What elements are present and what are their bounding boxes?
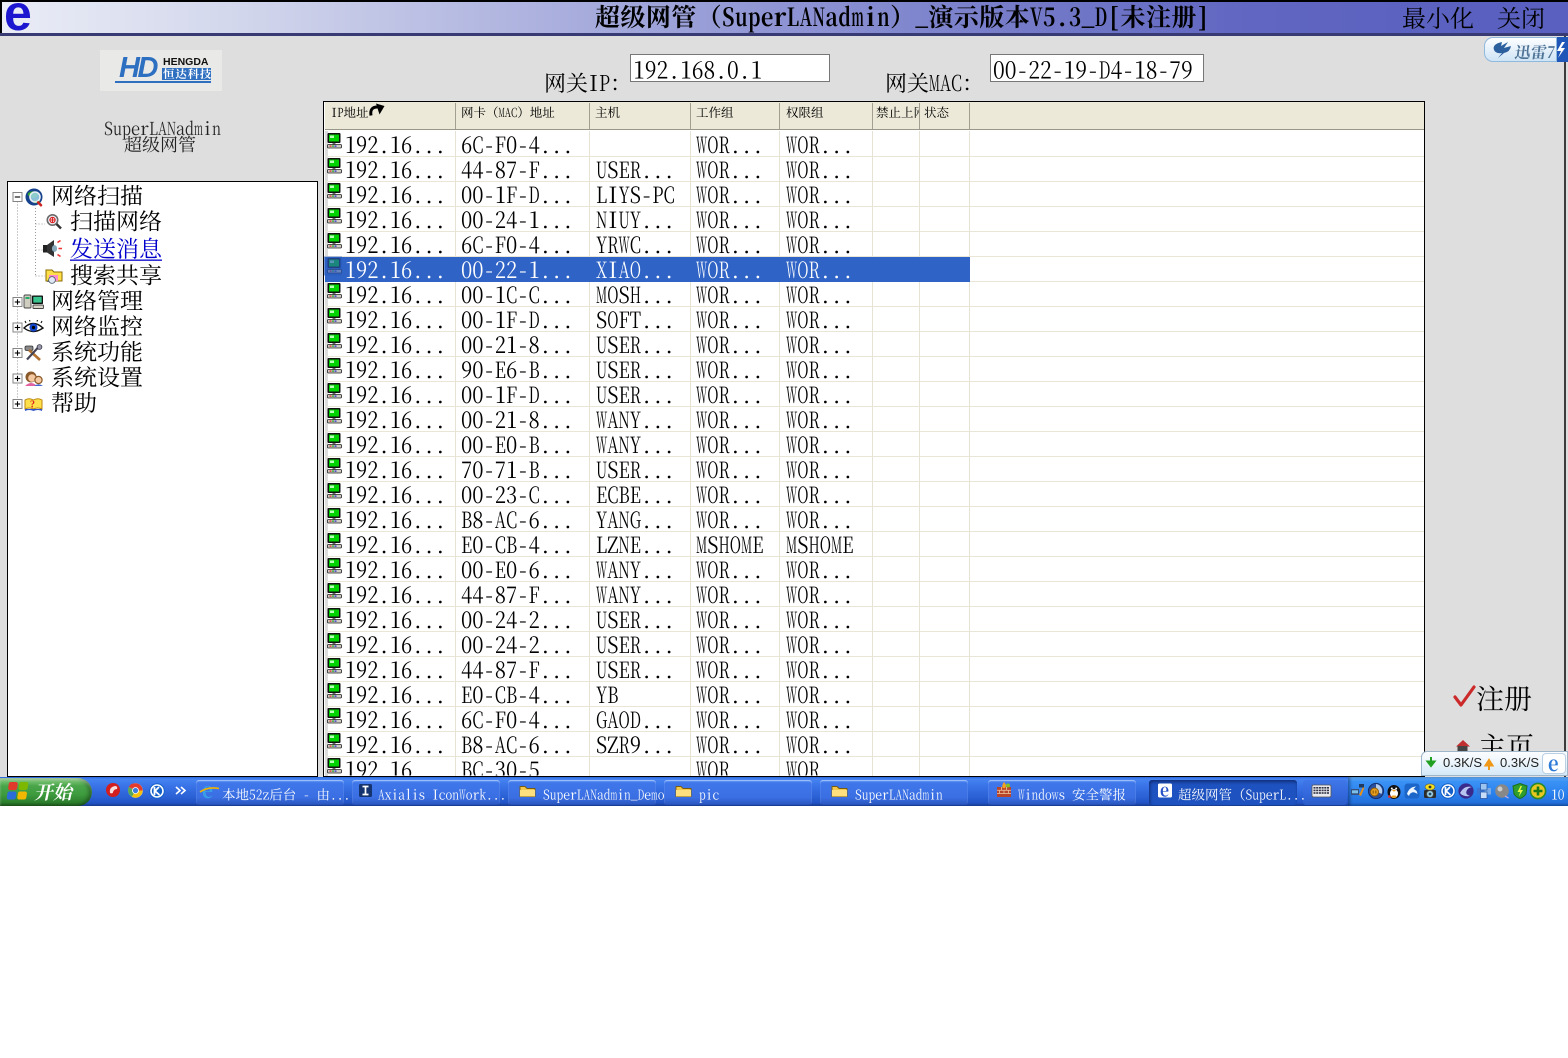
svg-text:?: ? xyxy=(30,400,35,411)
